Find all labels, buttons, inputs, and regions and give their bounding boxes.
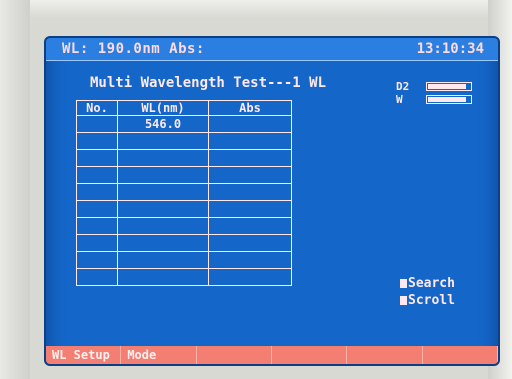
cell-wl [117, 217, 209, 235]
cell-wl [117, 200, 209, 218]
softkey-4[interactable] [272, 346, 348, 364]
device-bezel-left [0, 0, 30, 379]
cell-no [76, 166, 118, 184]
cell-abs [208, 166, 292, 184]
cell-abs [208, 132, 292, 150]
table-row[interactable] [76, 183, 292, 201]
cell-no [76, 115, 118, 133]
cell-abs [208, 268, 292, 286]
cell-abs [208, 183, 292, 201]
cell-no [76, 132, 118, 150]
lamp-level-fill [428, 97, 466, 102]
lamp-level-fill [428, 84, 466, 89]
cell-abs [208, 217, 292, 235]
instrument-screen: WL: 190.0nm Abs: 13:10:34 Multi Waveleng… [44, 36, 500, 366]
table-row[interactable] [76, 149, 292, 167]
cell-wl [117, 268, 209, 286]
softkey-3[interactable] [197, 346, 272, 364]
lamp-indicator-d2: D2 [396, 80, 486, 93]
softkey-mode[interactable]: Mode [121, 346, 197, 364]
cell-abs [208, 149, 292, 167]
column-header-abs: Abs [208, 100, 292, 116]
table-row[interactable] [76, 251, 292, 269]
cell-no [76, 200, 118, 218]
device-bezel-top [0, 0, 512, 18]
softkey-5[interactable] [347, 346, 423, 364]
table-row[interactable] [76, 132, 292, 150]
cell-abs [208, 234, 292, 252]
scroll-key-icon [400, 296, 407, 305]
table-row[interactable] [76, 234, 292, 252]
table-header-row: No. WL(nm) Abs [76, 100, 292, 116]
cell-no [76, 234, 118, 252]
table-row[interactable] [76, 217, 292, 235]
scroll-action[interactable]: Scroll [400, 293, 455, 308]
cell-wl [117, 234, 209, 252]
cell-no [76, 183, 118, 201]
cell-abs [208, 200, 292, 218]
cell-wl: 546.0 [117, 115, 209, 133]
lamp-label: W [396, 93, 403, 106]
lamp-label: D2 [396, 80, 410, 93]
cell-no [76, 217, 118, 235]
search-key-icon [400, 279, 407, 288]
cell-abs [208, 115, 292, 133]
table-row[interactable] [76, 166, 292, 184]
lamp-indicator-w: W [396, 93, 486, 106]
softkey-wl-setup[interactable]: WL Setup [46, 346, 122, 364]
page-title: Multi Wavelength Test---1 WL [90, 75, 327, 91]
cell-no [76, 149, 118, 167]
cell-abs [208, 251, 292, 269]
clock: 13:10:34 [416, 41, 484, 57]
search-label: Search [408, 276, 455, 291]
scroll-label: Scroll [408, 293, 455, 308]
status-header: WL: 190.0nm Abs: 13:10:34 [46, 38, 498, 61]
results-table: No. WL(nm) Abs 546.0 [76, 100, 292, 286]
softkey-bar: WL Setup Mode [46, 346, 498, 364]
search-action[interactable]: Search [400, 276, 455, 291]
lamp-level-bar [426, 95, 472, 104]
wavelength-status: WL: 190.0nm Abs: [62, 41, 205, 57]
cell-wl [117, 166, 209, 184]
cell-no [76, 251, 118, 269]
table-row[interactable] [76, 200, 292, 218]
column-header-no: No. [76, 100, 118, 116]
cell-wl [117, 149, 209, 167]
table-row[interactable]: 546.0 [76, 115, 292, 133]
column-header-wl: WL(nm) [117, 100, 209, 116]
cell-wl [117, 132, 209, 150]
table-row[interactable] [76, 268, 292, 286]
cell-wl [117, 251, 209, 269]
cell-wl [117, 183, 209, 201]
lamp-level-bar [426, 82, 472, 91]
cell-no [76, 268, 118, 286]
softkey-6[interactable] [423, 346, 498, 364]
